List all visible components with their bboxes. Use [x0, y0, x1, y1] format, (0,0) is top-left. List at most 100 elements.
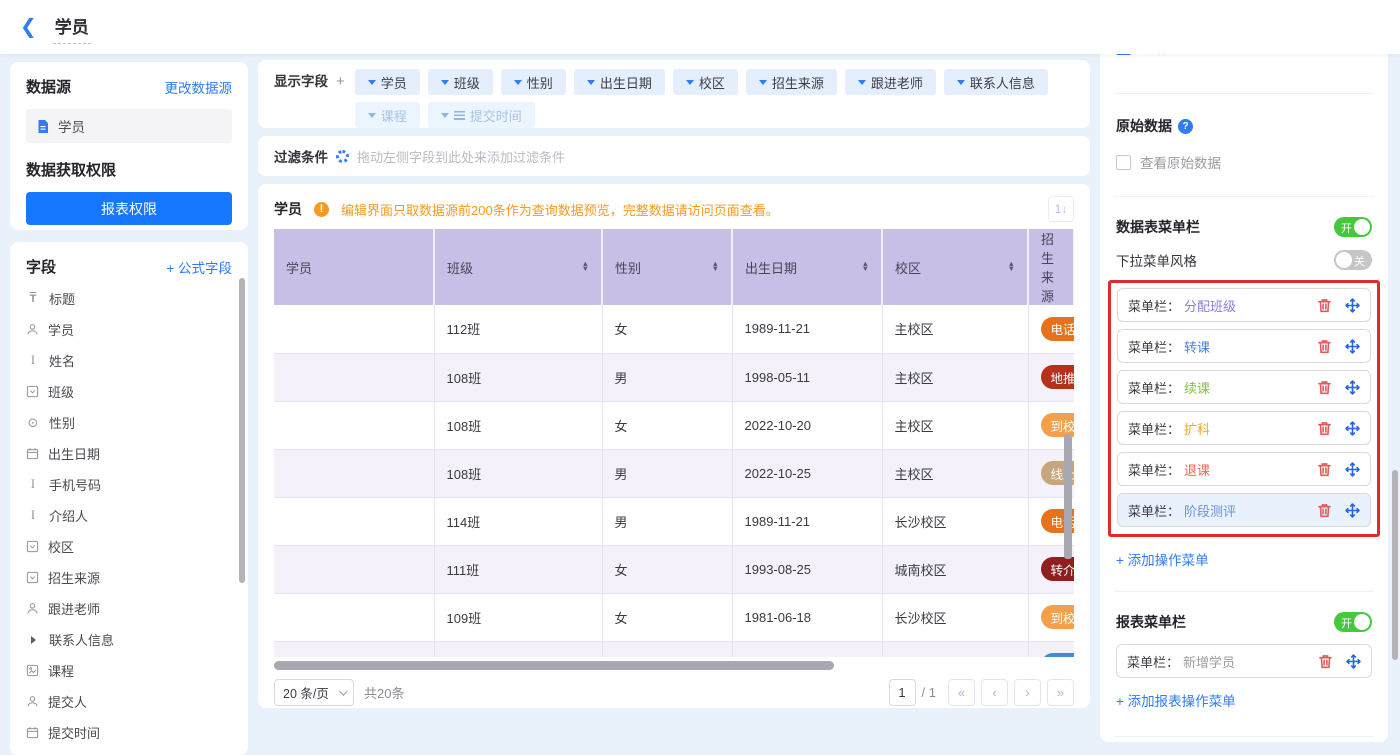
report-menu-toggle-on[interactable]: 开	[1334, 612, 1372, 632]
move-icon[interactable]	[1345, 503, 1360, 518]
raw-data-checkbox-row[interactable]: 查看原始数据	[1116, 152, 1372, 172]
checkbox-unchecked[interactable]	[1116, 155, 1131, 170]
column-header-student[interactable]: 学员	[274, 229, 434, 305]
sort-icon[interactable]: ▲▼	[712, 262, 719, 271]
trash-icon[interactable]	[1317, 339, 1332, 354]
chip-student[interactable]: 学员	[355, 69, 420, 95]
menu-item-withdraw-course[interactable]: 菜单栏：退课	[1117, 452, 1371, 486]
page-size-select[interactable]: 20 条/页	[274, 679, 354, 706]
sort-icon[interactable]: ▲▼	[862, 262, 869, 271]
field-item-source[interactable]: 招生来源	[26, 562, 232, 593]
trash-icon[interactable]	[1317, 421, 1332, 436]
menu-item-stage-assessment[interactable]: 菜单栏：阶段测评	[1117, 493, 1371, 527]
sort-icon[interactable]: ▲▼	[582, 262, 589, 271]
menu-item-renew-course[interactable]: 菜单栏：续课	[1117, 370, 1371, 404]
sort-order-button[interactable]: 1↓	[1048, 196, 1074, 222]
menu-item-expand-subject[interactable]: 菜单栏：扩科	[1117, 411, 1371, 445]
radio-icon: ⊙	[26, 415, 40, 431]
column-header-gender[interactable]: 性别▲▼	[602, 229, 732, 305]
field-item-course[interactable]: 课程	[26, 655, 232, 686]
move-icon[interactable]	[1345, 421, 1360, 436]
dropdown-style-toggle-off[interactable]: 关	[1334, 250, 1372, 270]
field-item-teacher[interactable]: 跟进老师	[26, 593, 232, 624]
datasource-item[interactable]: 学员	[26, 109, 232, 143]
field-item-title[interactable]: T标题	[26, 283, 232, 314]
filter-panel[interactable]: 过滤条件 拖动左侧字段到此处来添加过滤条件	[258, 136, 1090, 176]
table-vertical-scrollbar[interactable]	[1064, 434, 1072, 559]
course-icon	[26, 664, 39, 677]
table-row: 108班男2022-10-25主校区线上	[274, 449, 1074, 497]
add-menu-link[interactable]: + 添加操作菜单	[1116, 549, 1372, 569]
trash-icon[interactable]	[1317, 503, 1332, 518]
first-page-button[interactable]: «	[948, 679, 975, 706]
trash-icon[interactable]	[1318, 654, 1333, 669]
scrollbar-thumb[interactable]	[274, 661, 834, 670]
last-page-button[interactable]: »	[1047, 679, 1074, 706]
fields-scrollbar[interactable]	[239, 278, 245, 583]
table-row: 111班女1981-06-18城南校区招生	[274, 641, 1074, 657]
field-item-submit-time[interactable]: 提交时间	[26, 717, 232, 748]
menu-item-transfer-course[interactable]: 菜单栏：转课	[1117, 329, 1371, 363]
chip-gender[interactable]: 性别	[501, 69, 566, 95]
move-icon[interactable]	[1345, 380, 1360, 395]
add-formula-field-link[interactable]: + 公式字段	[166, 257, 232, 277]
report-permission-button[interactable]: 报表权限	[26, 192, 232, 225]
chip-teacher[interactable]: 跟进老师	[845, 69, 936, 95]
preview-warning: 编辑界面只取数据源前200条作为查询数据预览，完整数据请访问页面查看。	[341, 200, 779, 219]
table-horizontal-scrollbar[interactable]	[274, 661, 1074, 670]
window-scrollbar[interactable]	[1392, 470, 1398, 660]
move-icon[interactable]	[1345, 298, 1360, 313]
field-item-referrer[interactable]: I介绍人	[26, 500, 232, 531]
back-icon[interactable]: ❮	[20, 17, 37, 37]
title-icon: T	[26, 293, 40, 305]
field-item-contact[interactable]: 联系人信息	[26, 624, 232, 655]
column-header-class[interactable]: 班级▲▼	[434, 229, 602, 305]
toggle-knob	[1336, 252, 1352, 268]
datasource-item-label: 学员	[58, 116, 85, 136]
field-item-phone[interactable]: I手机号码	[26, 469, 232, 500]
chip-source[interactable]: 招生来源	[746, 69, 837, 95]
table-menu-toggle-on[interactable]: 开	[1334, 217, 1372, 237]
chip-birthdate[interactable]: 出生日期	[574, 69, 665, 95]
gear-icon[interactable]	[336, 150, 349, 163]
prev-page-button[interactable]: ‹	[981, 679, 1008, 706]
field-item-name[interactable]: I姓名	[26, 345, 232, 376]
add-display-field-icon[interactable]: +	[336, 69, 345, 119]
chip-contact[interactable]: 联系人信息	[944, 69, 1048, 95]
help-icon[interactable]: ?	[1178, 119, 1193, 134]
page-title[interactable]: 学员	[53, 11, 91, 44]
field-item-campus[interactable]: 校区	[26, 531, 232, 562]
trash-icon[interactable]	[1317, 298, 1332, 313]
sort-icon[interactable]: ▲▼	[1008, 262, 1015, 271]
source-badge: 到校	[1041, 605, 1075, 629]
topbar: ❮ 学员	[0, 0, 1400, 54]
chip-course[interactable]: 课程	[355, 102, 420, 128]
column-header-source[interactable]: 招生来源	[1028, 229, 1074, 305]
move-icon[interactable]	[1345, 462, 1360, 477]
field-item-student[interactable]: 学员	[26, 314, 232, 345]
current-page-input[interactable]: 1	[889, 679, 916, 706]
source-badge: 地推	[1041, 365, 1075, 389]
trash-icon[interactable]	[1317, 380, 1332, 395]
chip-submit-time[interactable]: 提交时间	[428, 102, 535, 128]
move-icon[interactable]	[1346, 654, 1361, 669]
table-row: 111班女1993-08-25城南校区转介	[274, 545, 1074, 593]
trash-icon[interactable]	[1317, 462, 1332, 477]
field-item-class[interactable]: 班级	[26, 376, 232, 407]
table-row: 109班女1981-06-18长沙校区到校	[274, 593, 1074, 641]
change-datasource-link[interactable]: 更改数据源	[165, 77, 233, 97]
field-item-gender[interactable]: ⊙性别	[26, 407, 232, 438]
menu-item-assign-class[interactable]: 菜单栏：分配班级	[1117, 288, 1371, 322]
move-icon[interactable]	[1345, 339, 1360, 354]
chip-campus[interactable]: 校区	[673, 69, 738, 95]
next-page-button[interactable]: ›	[1014, 679, 1041, 706]
divider	[1114, 736, 1374, 737]
column-header-campus[interactable]: 校区▲▼	[882, 229, 1028, 305]
chip-class[interactable]: 班级	[428, 69, 493, 95]
menu-item-add-student[interactable]: 菜单栏：新增学员	[1116, 644, 1372, 678]
report-menu-title: 报表菜单栏	[1116, 612, 1186, 632]
field-item-submitter[interactable]: 提交人	[26, 686, 232, 717]
column-header-birthdate[interactable]: 出生日期▲▼	[732, 229, 882, 305]
add-report-menu-link[interactable]: + 添加报表操作菜单	[1116, 690, 1372, 710]
field-item-birthdate[interactable]: 出生日期	[26, 438, 232, 469]
